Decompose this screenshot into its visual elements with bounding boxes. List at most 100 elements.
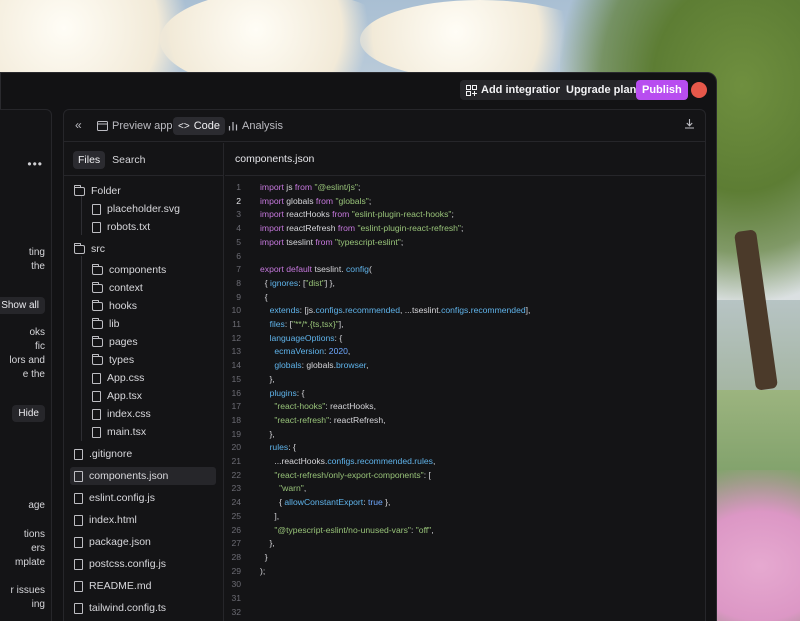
more-options-icon[interactable]: •••	[27, 157, 43, 171]
code-editor[interactable]: components.json 1 import js from "@eslint…	[225, 143, 705, 621]
code-line: 9 {	[225, 291, 705, 305]
code-line: 22 "react-refresh/only-export-components…	[225, 469, 705, 483]
line-number: 9	[236, 291, 241, 302]
code-text: },	[260, 428, 275, 442]
tree-folder[interactable]: pages	[70, 333, 216, 351]
code-token: (	[368, 264, 372, 275]
code-text: },	[260, 537, 275, 551]
tree-item-label: src	[91, 243, 105, 255]
file-icon	[74, 514, 83, 526]
code-text: rules: {	[260, 441, 296, 455]
tree-folder[interactable]: types	[70, 351, 216, 369]
tab-analysis[interactable]: Analysis	[223, 117, 288, 135]
code-token: ...reactHooks.	[260, 456, 328, 466]
folder-icon	[74, 185, 85, 196]
tree-item-label: hooks	[109, 300, 138, 312]
code-line: 32	[225, 606, 705, 620]
chat-text-fragment: mplate	[14, 557, 45, 568]
tab-code[interactable]: <> Code	[173, 117, 225, 135]
tree-file[interactable]: placeholder.svg	[70, 200, 216, 218]
chat-text-fragment: ing	[31, 599, 45, 610]
code-text: }	[260, 551, 268, 565]
tree-file[interactable]: main.tsx	[70, 423, 216, 441]
tree-file[interactable]: index.html	[70, 511, 216, 529]
tree-folder[interactable]: context	[70, 279, 216, 297]
tree-file[interactable]: package.json	[70, 533, 216, 551]
code-token: configs	[315, 305, 343, 316]
tab-search[interactable]: Search	[107, 151, 150, 169]
tab-preview-app[interactable]: Preview app	[92, 117, 178, 135]
tree-file[interactable]: .gitignore	[70, 445, 216, 463]
tree-item-label: package.json	[89, 536, 151, 548]
tree-file[interactable]: components.json	[70, 467, 216, 485]
tree-folder[interactable]: src	[70, 240, 216, 258]
tree-item-label: components	[109, 264, 167, 276]
show-all-button[interactable]: Show all	[0, 297, 45, 314]
code-line: 17 "react-hooks": reactHooks,	[225, 400, 705, 414]
code-token: {	[260, 291, 268, 302]
upgrade-plan-button[interactable]: Upgrade plan	[560, 80, 643, 100]
code-token: ignores	[270, 277, 299, 288]
tree-item-label: README.md	[89, 580, 152, 592]
tree-file[interactable]: index.css	[70, 405, 216, 423]
code-line: 10 extends: [js.configs.recommended, ...…	[225, 304, 705, 318]
code-token: ;	[368, 195, 372, 206]
code-token: "globals"	[333, 195, 369, 206]
code-line: 21 ...reactHooks.configs.recommended.rul…	[225, 455, 705, 469]
tree-file[interactable]: postcss.config.js	[70, 555, 216, 573]
line-number: 26	[231, 524, 241, 535]
top-bar: Add integration Upgrade plan Publish	[1, 73, 716, 107]
add-integration-label: Add integration	[481, 84, 563, 96]
code-token: ,	[303, 483, 307, 494]
code-text: "react-refresh": reactRefresh,	[260, 414, 385, 428]
code-token: import	[260, 209, 284, 220]
code-text: languageOptions: {	[260, 332, 343, 346]
tree-item-label: index.css	[107, 408, 151, 420]
tab-files[interactable]: Files	[73, 151, 106, 169]
code-token: from	[315, 195, 334, 206]
code-text: globals: globals.browser,	[260, 359, 368, 373]
code-token: extends	[269, 305, 300, 316]
tab-analysis-label: Analysis	[242, 120, 283, 132]
tree-item-label: main.tsx	[107, 426, 147, 438]
code-token: {	[260, 497, 285, 508]
code-token: rules	[269, 442, 289, 453]
code-token: rules	[414, 456, 433, 466]
tree-file[interactable]: tailwind.config.ts	[70, 599, 216, 617]
code-line: 1 import js from "@eslint/js";	[225, 181, 705, 195]
code-token: }	[260, 551, 268, 562]
chat-text-fragment: e the	[22, 369, 45, 380]
line-number: 28	[231, 551, 241, 562]
hide-button[interactable]: Hide	[12, 405, 45, 422]
code-line: 3 import reactHooks from "eslint-plugin-r…	[225, 208, 705, 222]
tree-item-label: pages	[109, 336, 138, 348]
code-token: reactRefresh	[283, 223, 338, 234]
line-number: 14	[231, 360, 241, 371]
avatar[interactable]	[691, 82, 707, 98]
collapse-panel-icon[interactable]: «	[75, 118, 82, 132]
tree-folder[interactable]: hooks	[70, 297, 216, 315]
add-integration-button[interactable]: Add integration	[460, 80, 569, 100]
tree-file[interactable]: App.tsx	[70, 387, 216, 405]
publish-button[interactable]: Publish	[636, 80, 688, 100]
tree-file[interactable]: eslint.config.js	[70, 489, 216, 507]
code-text: },	[260, 373, 275, 387]
tree-file[interactable]: README.md	[70, 577, 216, 595]
tree-folder[interactable]: Folder	[70, 182, 216, 200]
tree-file[interactable]: robots.txt	[70, 218, 216, 236]
code-line: 24 { allowConstantExport: true },	[225, 496, 705, 510]
tree-folder[interactable]: components	[70, 261, 216, 279]
code-token: : {	[296, 387, 305, 398]
code-line: 7 export default tseslint. config(	[225, 263, 705, 277]
line-number: 18	[231, 414, 241, 425]
file-icon	[74, 536, 83, 548]
code-token: tseslint	[283, 236, 316, 247]
code-text: extends: [js.configs.recommended, ...tse…	[260, 304, 531, 318]
tree-file[interactable]: App.css	[70, 369, 216, 387]
download-icon[interactable]	[684, 118, 695, 132]
file-tree-tabs: Files Search	[73, 151, 150, 169]
code-text: { ignores: ["dist"] },	[260, 277, 335, 291]
tree-folder[interactable]: lib	[70, 315, 216, 333]
